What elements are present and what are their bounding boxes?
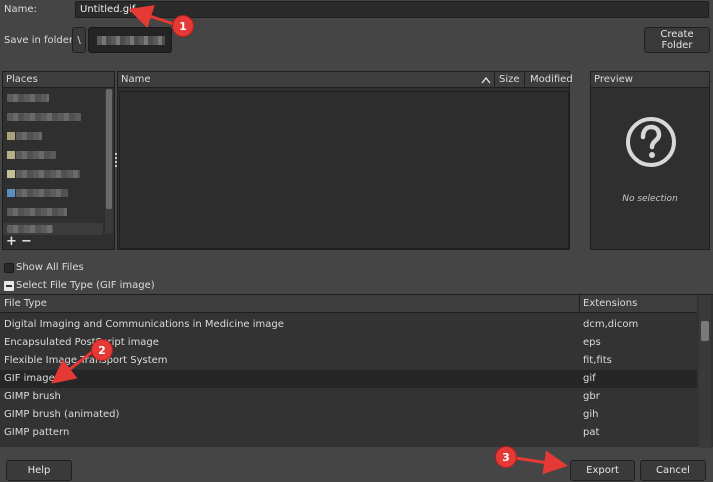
annotation-number: 2 xyxy=(98,343,106,357)
annotation-marker-2: 2 xyxy=(92,340,112,360)
annotation-number: 1 xyxy=(179,19,187,33)
annotation-number: 3 xyxy=(502,450,510,464)
annotation-arrows xyxy=(51,5,568,475)
arrow-2 xyxy=(51,350,93,384)
annotation-marker-1: 1 xyxy=(173,16,193,36)
annotation-marker-3: 3 xyxy=(496,447,516,467)
arrow-3 xyxy=(514,450,568,475)
arrow-1 xyxy=(128,5,175,28)
